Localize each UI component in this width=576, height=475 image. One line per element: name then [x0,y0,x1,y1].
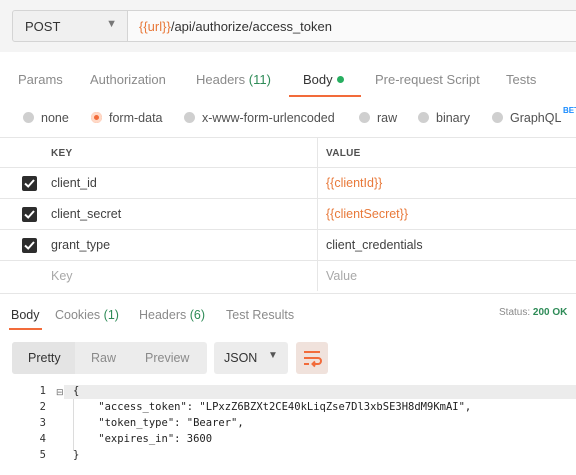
tab-params[interactable]: Params [18,72,63,87]
view-pretty-button[interactable]: Pretty [28,351,61,365]
table-header-row: KEY VALUE [0,137,576,167]
url-path: /api/authorize/access_token [170,19,332,34]
wrap-lines-icon [304,351,322,368]
wrap-lines-button[interactable] [296,342,328,374]
radio-graphql-label: GraphQL [510,111,562,125]
tab-body[interactable]: Body [303,72,344,87]
response-tab-body[interactable]: Body [11,308,40,322]
beta-badge: BETA [563,106,576,115]
request-tabs: Params Authorization Headers (11) Body P… [0,62,576,98]
response-tab-cookies-label: Cookies [55,308,101,322]
radio-circle [418,112,429,123]
radio-form-data[interactable]: form-data [91,111,163,125]
code-line: "access_token": "LPxzZ6BZXt2CE40kLiqZse7… [73,401,472,413]
radio-binary-label: binary [436,111,471,125]
tab-tests[interactable]: Tests [506,72,536,87]
value-column-header: VALUE [326,148,361,159]
row-value[interactable]: client_credentials [326,238,423,252]
row-value[interactable]: {{clientSecret}} [326,207,408,221]
radio-raw-label: raw [377,111,398,125]
code-line: } [73,449,80,461]
radio-urlencoded[interactable]: x-www-form-urlencoded [184,111,335,125]
url-text: {{url}}/api/authorize/access_token [139,19,332,34]
radio-circle-selected [91,112,102,123]
row-key[interactable]: grant_type [51,238,110,252]
key-input[interactable]: Key [51,269,73,283]
view-raw-button[interactable]: Raw [91,351,116,365]
line-number: 2 [39,401,46,413]
column-divider [317,168,318,198]
method-label: POST [25,19,61,34]
radio-raw[interactable]: raw [359,111,397,125]
code-line: "expires_in": 3600 [73,433,213,445]
row-key[interactable]: client_secret [51,207,121,221]
response-tab-cookies[interactable]: Cookies (1) [55,308,119,322]
caret-down-icon: ▼ [268,350,278,361]
table-row-empty: Key Value [0,260,576,291]
radio-circle [359,112,370,123]
status-label: Status: [499,307,531,318]
column-divider [317,199,318,229]
method-select[interactable]: POST ▼ [12,10,128,42]
code-line: "token_type": "Bearer", [73,417,244,429]
body-type-radios: none form-data x-www-form-urlencoded raw… [0,103,576,133]
tab-authorization[interactable]: Authorization [90,72,166,87]
key-column-header: KEY [51,148,73,159]
radio-graphql[interactable]: GraphQL [492,111,561,125]
table-row: client_id {{clientId}} [0,167,576,198]
current-line-highlight [64,385,576,399]
checkbox-checked-icon[interactable] [22,176,37,191]
tab-headers-label: Headers [196,72,246,87]
row-key[interactable]: client_id [51,176,97,190]
body-indicator-dot [336,76,344,83]
chevron-down-icon: ▼ [106,18,117,30]
active-response-tab-underline [9,328,42,330]
value-input[interactable]: Value [326,269,357,283]
table-bottom-divider [0,293,576,294]
radio-circle [184,112,195,123]
radio-none-label: none [41,111,69,125]
table-row: client_secret {{clientSecret}} [0,198,576,229]
radio-none[interactable]: none [23,111,69,125]
line-number: 3 [39,417,46,429]
column-divider [317,230,318,260]
line-number: 5 [39,449,46,461]
row-value[interactable]: {{clientId}} [326,176,382,190]
tab-body-label: Body [303,72,333,87]
line-number: 4 [39,433,46,445]
column-divider [317,261,318,291]
status-value: 200 OK [532,307,568,318]
active-tab-underline [289,95,361,97]
radio-form-data-label: form-data [109,111,163,125]
column-divider [317,138,318,167]
response-tab-headers-label: Headers [139,308,187,322]
tab-prerequest-script[interactable]: Pre-request Script [375,72,480,87]
view-preview-button[interactable]: Preview [145,351,189,365]
line-number: 1 [39,385,46,397]
response-tab-cookies-count: (1) [103,308,119,322]
format-select[interactable]: JSON ▼ [214,342,288,374]
response-tab-test-results[interactable]: Test Results [226,308,294,322]
radio-urlencoded-label: x-www-form-urlencoded [202,111,335,125]
format-label: JSON [224,351,258,365]
url-input[interactable]: {{url}}/api/authorize/access_token [128,10,576,42]
response-tab-headers-count: (6) [189,308,206,322]
response-status: Status: 200 OK [499,307,567,318]
response-tabs: Body Cookies (1) Headers (6) Test Result… [0,300,576,330]
radio-circle [23,112,34,123]
radio-circle [492,112,503,123]
checkbox-checked-icon[interactable] [22,238,37,253]
fold-toggle-icon[interactable]: ⊟ [56,387,64,398]
tab-headers[interactable]: Headers (11) [196,72,271,87]
response-tab-headers[interactable]: Headers (6) [139,308,205,322]
code-line: { [73,385,80,397]
checkbox-checked-icon[interactable] [22,207,37,222]
table-row: grant_type client_credentials [0,229,576,260]
url-variable: {{url}} [139,19,171,34]
tab-headers-count: (11) [248,72,271,87]
radio-binary[interactable]: binary [418,111,470,125]
